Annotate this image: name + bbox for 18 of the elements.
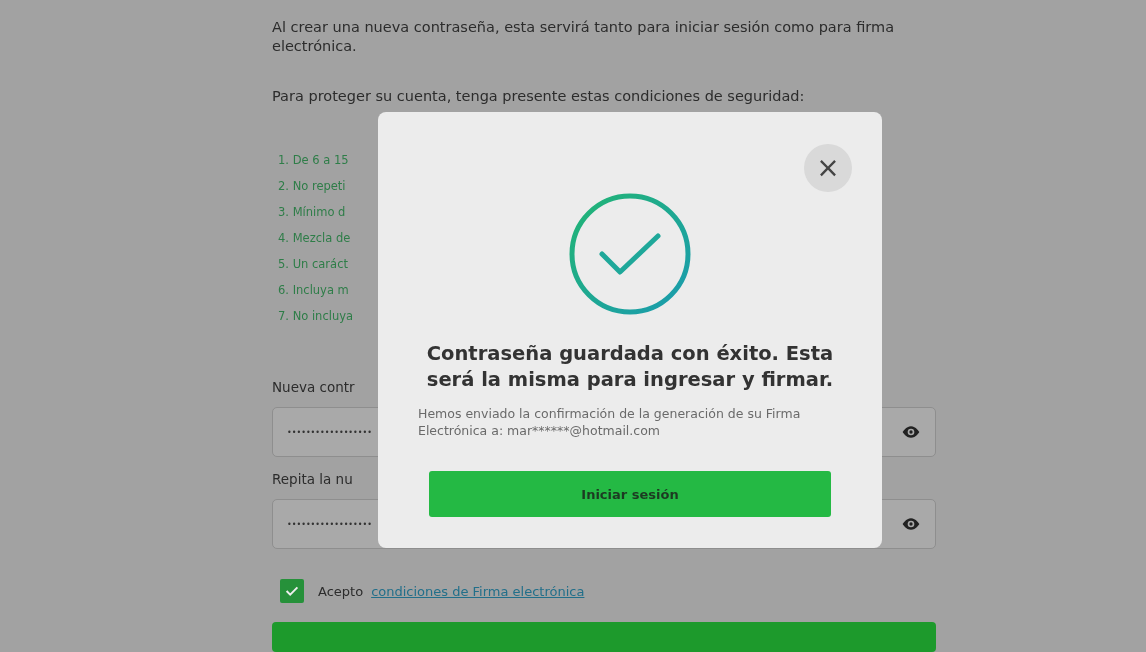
check-circle-icon: [568, 192, 692, 316]
dialog-message: Hemos enviado la confirmación de la generación de su Firma Electrónica a: mar******@hotmail.com: [418, 405, 802, 439]
condition-item: 7. No incluya: [278, 309, 354, 325]
condition-item: 1. De 6 a 15: [278, 153, 349, 169]
accept-checkbox[interactable]: [280, 579, 304, 603]
close-button[interactable]: ×: [804, 144, 852, 192]
login-button[interactable]: Iniciar sesión: [429, 471, 831, 517]
field-label: Nueva contr: [272, 379, 355, 395]
conditions-heading: Para proteger su cuenta, tenga presente estas condiciones de seguridad:: [272, 88, 806, 104]
intro-text: Al crear una nueva contraseña, esta servirá tanto para iniciar sesión como para firma electrónica.: [272, 18, 896, 56]
condition-item: 2. No repeti: [278, 179, 346, 195]
condition-item: 3. Mínimo d: [278, 205, 346, 221]
condition-item: 6. Incluya m: [278, 283, 349, 299]
condition-item: 4. Mezcla de: [278, 231, 351, 247]
field-label: Repita la nu: [272, 471, 353, 487]
accept-label: Acepto: [318, 583, 364, 599]
condition-item: 5. Un caráct: [278, 257, 348, 273]
dialog-title: Contraseña guardada con éxito. Esta será la misma para ingresar y firmar.: [425, 341, 835, 393]
